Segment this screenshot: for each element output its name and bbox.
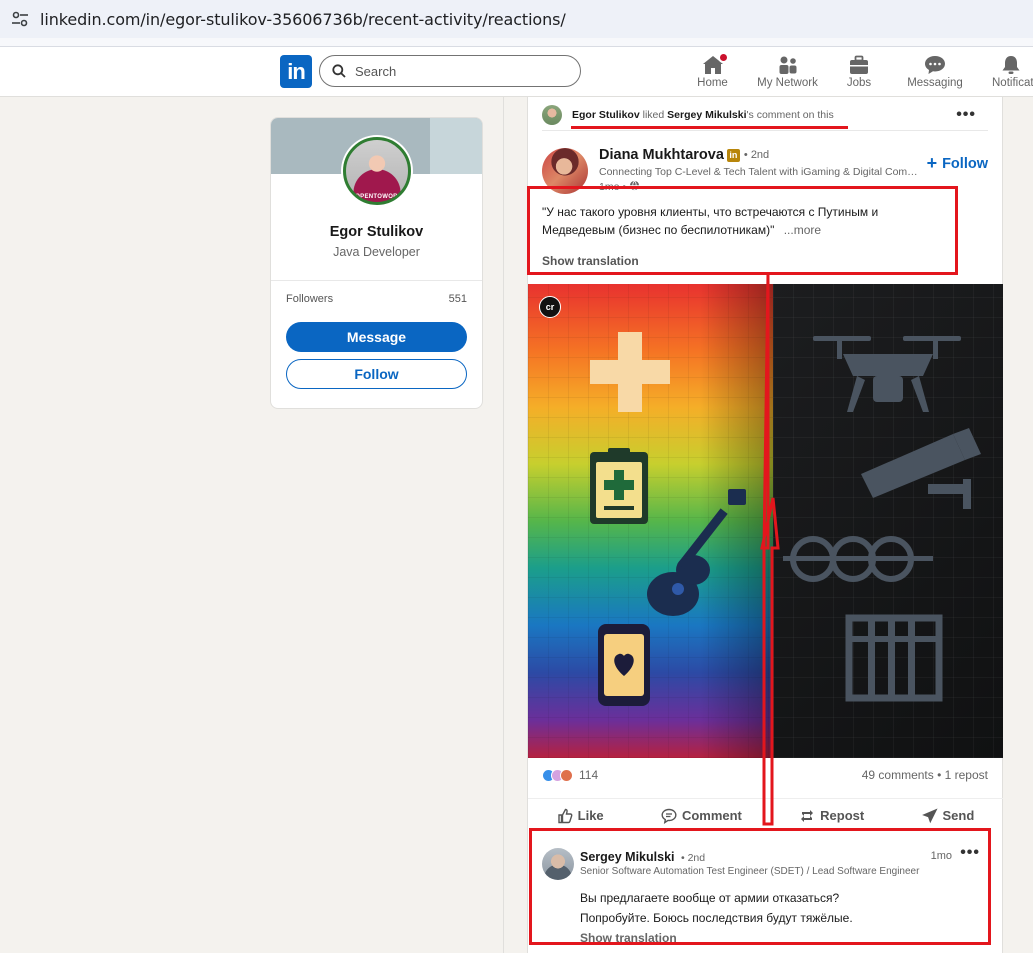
- nav-my-network[interactable]: My Network: [735, 47, 840, 95]
- profile-name[interactable]: Egor Stulikov: [271, 224, 482, 240]
- author-avatar[interactable]: [542, 148, 588, 194]
- linkedin-logo[interactable]: in: [280, 55, 312, 88]
- nav-home[interactable]: Home: [690, 47, 735, 95]
- commenter-headline: Senior Software Automation Test Engineer…: [580, 866, 920, 877]
- activity-target[interactable]: Sergey Mikulski: [667, 109, 746, 121]
- divider: [271, 280, 482, 281]
- activity-verb: liked: [642, 108, 665, 121]
- annotation-underline: [571, 126, 848, 129]
- nav-items: Home My Network Jobs Messaging Notificat…: [690, 47, 1033, 97]
- profile-card: #OPENTOWORK Egor Stulikov Java Developer…: [270, 117, 483, 409]
- nav-my-network-label: My Network: [757, 77, 818, 89]
- like-button[interactable]: Like: [557, 808, 604, 824]
- comments-reposts-count[interactable]: 49 comments • 1 repost: [862, 768, 988, 782]
- comment-label: Comment: [681, 808, 742, 823]
- activity-actor[interactable]: Egor Stulikov: [572, 109, 640, 121]
- messaging-icon: [925, 56, 945, 74]
- follow-author-label: Follow: [942, 155, 988, 172]
- send-button[interactable]: Send: [921, 808, 975, 824]
- comment-icon: [661, 808, 677, 824]
- browser-url-bar: linkedin.com/in/egor-stulikov-35606736b/…: [0, 0, 1033, 38]
- followers-row: Followers 551: [286, 293, 467, 305]
- author-name[interactable]: Diana Mukhtarova: [599, 147, 724, 163]
- nav-home-label: Home: [697, 77, 728, 89]
- nav-messaging[interactable]: Messaging: [878, 47, 992, 95]
- see-more-link[interactable]: ...more: [784, 223, 821, 237]
- premium-badge-icon: in: [726, 148, 740, 162]
- send-icon: [921, 808, 938, 823]
- comment-line-1: Вы предлагаете вообще от армии отказатьс…: [580, 891, 840, 905]
- repost-icon: [801, 809, 814, 822]
- post-image[interactable]: cr: [528, 284, 1003, 758]
- follow-author-button[interactable]: + Follow: [927, 153, 988, 174]
- nav-jobs-label: Jobs: [846, 77, 872, 89]
- follow-button[interactable]: Follow: [286, 359, 467, 389]
- author-headline: Connecting Top C-Level & Tech Talent wit…: [599, 166, 919, 178]
- military-icons-illustration: [783, 336, 981, 702]
- reactions[interactable]: 114: [542, 768, 598, 782]
- followers-count: 551: [448, 293, 467, 305]
- post-time-text: 1mo •: [599, 181, 627, 193]
- search-icon: [332, 64, 346, 78]
- browser-toolbar-edge: [0, 38, 1033, 47]
- nav-jobs[interactable]: Jobs: [840, 47, 878, 95]
- author-name-row: Diana Mukhtarova in • 2nd: [599, 147, 769, 163]
- thumbs-up-icon: [557, 808, 573, 823]
- nav-notifications[interactable]: Notifications: [992, 47, 1033, 95]
- image-colorful-half: [528, 284, 773, 758]
- nav-notifications-label: Notifications: [992, 77, 1033, 89]
- post-actions: Like Comment Repost Send: [528, 798, 1003, 828]
- message-button[interactable]: Message: [286, 322, 467, 352]
- reactions-count: 114: [579, 768, 599, 782]
- plus-icon: +: [926, 153, 938, 173]
- show-translation-link[interactable]: Show translation: [542, 254, 639, 268]
- notification-dot: [718, 52, 729, 63]
- post-time: 1mo •: [599, 180, 640, 193]
- repost-button[interactable]: Repost: [799, 808, 864, 824]
- search-box[interactable]: [319, 55, 581, 87]
- commenter-name-row: Sergey Mikulski • 2nd: [580, 850, 705, 864]
- nav-messaging-label: Messaging: [907, 77, 963, 89]
- love-reaction-icon: [560, 768, 573, 782]
- activity-suffix: 's comment on this: [746, 108, 834, 121]
- comment-button[interactable]: Comment: [661, 808, 742, 824]
- cr-badge: cr: [539, 296, 561, 318]
- comment-time: 1mo: [930, 850, 952, 862]
- author-degree: • 2nd: [743, 149, 770, 161]
- like-label: Like: [577, 808, 604, 823]
- jobs-icon: [850, 55, 868, 74]
- comment-item: Sergey Mikulski • 2nd Senior Software Au…: [542, 842, 988, 953]
- comment-line-2: Попробуйте. Боюсь последствия будут тяжё…: [580, 911, 853, 925]
- followers-label: Followers: [286, 293, 334, 305]
- actor-avatar[interactable]: [542, 104, 562, 125]
- open-to-work-badge: #OPENTOWORK: [351, 194, 403, 200]
- post-text: "У нас такого уровня клиенты, что встреч…: [542, 203, 942, 239]
- repost-label: Repost: [820, 808, 865, 823]
- commenter-name[interactable]: Sergey Mikulski: [580, 850, 675, 864]
- post-body: "У нас такого уровня клиенты, что встреч…: [542, 205, 879, 237]
- post-author: Diana Mukhtarova in • 2nd Connecting Top…: [542, 146, 988, 194]
- post-card: Egor Stulikov liked Sergey Mikulski's co…: [527, 97, 1003, 953]
- comment-show-translation[interactable]: Show translation: [580, 931, 677, 945]
- send-label: Send: [942, 808, 975, 823]
- url-text[interactable]: linkedin.com/in/egor-stulikov-35606736b/…: [40, 10, 566, 29]
- profile-title: Java Developer: [333, 245, 420, 259]
- post-menu-icon[interactable]: •••: [956, 106, 976, 124]
- commenter-avatar[interactable]: [542, 848, 574, 880]
- site-settings-icon[interactable]: [0, 0, 40, 38]
- network-icon: [779, 56, 796, 74]
- globe-icon: [629, 180, 640, 191]
- search-input[interactable]: [355, 63, 555, 79]
- peaceful-icons-illustration: [590, 332, 746, 706]
- comment-body: Вы предлагаете вообще от армии отказатьс…: [580, 888, 853, 928]
- comment-menu-icon[interactable]: •••: [960, 844, 980, 862]
- linkedin-navbar: in Home My Network Jobs Messaging Notifi…: [0, 47, 1033, 97]
- commenter-degree: • 2nd: [680, 852, 706, 864]
- social-counts: 114 49 comments • 1 repost: [542, 766, 988, 784]
- image-dark-half: [773, 284, 1003, 758]
- profile-avatar[interactable]: #OPENTOWORK: [341, 135, 413, 207]
- bell-icon: [1002, 56, 1020, 74]
